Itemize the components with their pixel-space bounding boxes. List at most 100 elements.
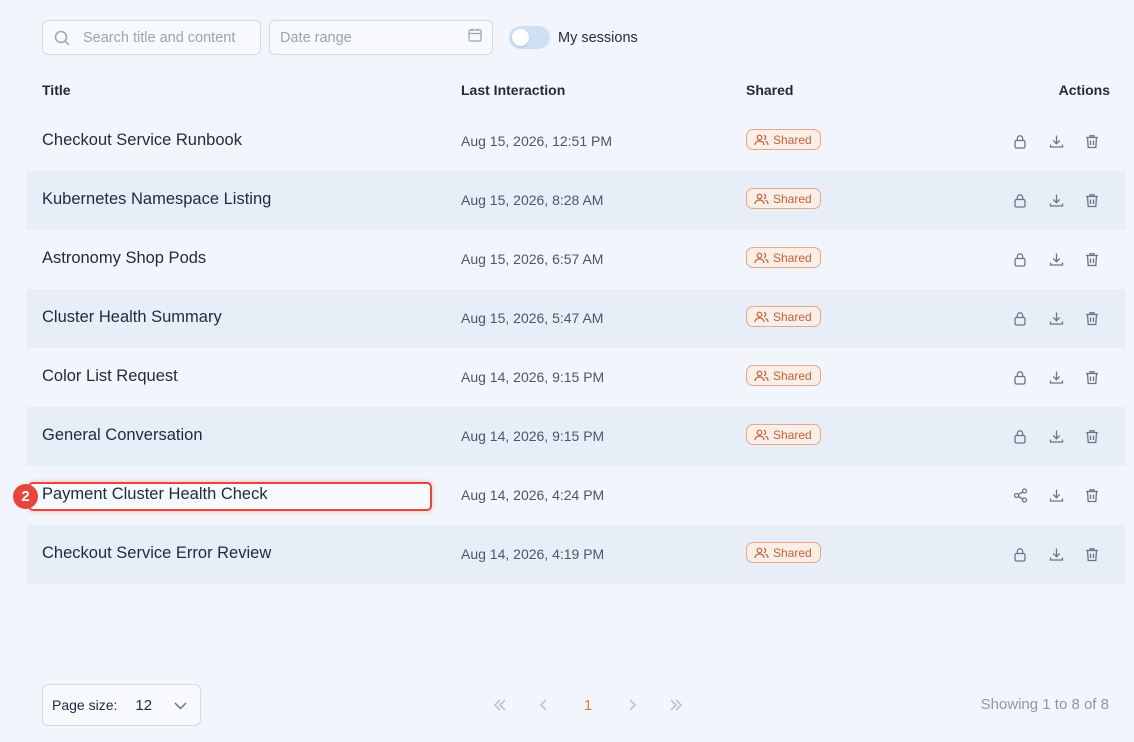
- table-header: Title Last Interaction Shared Actions: [26, 70, 1126, 108]
- search-icon: [53, 29, 71, 47]
- showing-count: Showing 1 to 8 of 8: [980, 696, 1109, 713]
- table-row[interactable]: Cluster Health Summary Aug 15, 2026, 5:4…: [26, 289, 1126, 348]
- download-icon[interactable]: [1046, 544, 1066, 564]
- session-title[interactable]: Cluster Health Summary: [42, 308, 222, 327]
- users-icon: [754, 370, 769, 381]
- table-row[interactable]: Checkout Service Error Review Aug 14, 20…: [26, 525, 1126, 584]
- prev-page-icon[interactable]: [532, 695, 556, 715]
- lock-icon[interactable]: [1010, 249, 1030, 269]
- row-actions: [994, 190, 1102, 210]
- shared-badge: Shared: [746, 129, 821, 150]
- lock-icon[interactable]: [1010, 367, 1030, 387]
- users-icon: [754, 547, 769, 558]
- my-sessions-toggle-group: My sessions: [509, 26, 638, 49]
- shared-badge-label: Shared: [773, 250, 812, 265]
- session-date: Aug 14, 2026, 4:24 PM: [461, 487, 605, 503]
- shared-badge: Shared: [746, 424, 821, 445]
- share-icon[interactable]: [1010, 485, 1030, 505]
- session-title[interactable]: Checkout Service Runbook: [42, 131, 242, 150]
- session-title[interactable]: Color List Request: [42, 367, 178, 386]
- shared-badge-label: Shared: [773, 309, 812, 324]
- table-row[interactable]: Checkout Service Runbook Aug 15, 2026, 1…: [26, 112, 1126, 171]
- header-actions: Actions: [1058, 82, 1110, 98]
- search-input[interactable]: [83, 29, 253, 46]
- shared-badge: Shared: [746, 306, 821, 327]
- shared-badge-label: Shared: [773, 545, 812, 560]
- table-row[interactable]: 2 Payment Cluster Health Check Aug 14, 2…: [13, 466, 1126, 525]
- trash-icon[interactable]: [1082, 249, 1102, 269]
- date-range-input[interactable]: [280, 29, 450, 46]
- users-icon: [754, 134, 769, 145]
- session-date: Aug 15, 2026, 6:57 AM: [461, 251, 604, 267]
- current-page-number[interactable]: 1: [576, 695, 600, 715]
- session-date: Aug 15, 2026, 12:51 PM: [461, 133, 612, 149]
- row-actions: [994, 544, 1102, 564]
- row-actions: [994, 131, 1102, 151]
- chevron-down-icon[interactable]: [173, 698, 188, 718]
- session-date: Aug 14, 2026, 4:19 PM: [461, 546, 605, 562]
- users-icon: [754, 193, 769, 204]
- trash-icon[interactable]: [1082, 485, 1102, 505]
- shared-badge-label: Shared: [773, 132, 812, 147]
- table-row[interactable]: Astronomy Shop Pods Aug 15, 2026, 6:57 A…: [26, 230, 1126, 289]
- filter-toolbar: My sessions: [42, 20, 638, 55]
- my-sessions-toggle[interactable]: [509, 26, 550, 49]
- users-icon: [754, 252, 769, 263]
- my-sessions-label: My sessions: [558, 29, 638, 46]
- step-number-badge: 2: [13, 484, 38, 509]
- download-icon[interactable]: [1046, 249, 1066, 269]
- download-icon[interactable]: [1046, 426, 1066, 446]
- row-actions: [994, 426, 1102, 446]
- calendar-icon[interactable]: [468, 28, 482, 47]
- page-size-select[interactable]: Page size: 12: [42, 684, 201, 726]
- date-range-picker[interactable]: [269, 20, 493, 55]
- shared-badge: Shared: [746, 247, 821, 268]
- lock-icon[interactable]: [1010, 308, 1030, 328]
- lock-icon[interactable]: [1010, 190, 1030, 210]
- pagination: 1: [488, 695, 708, 715]
- table-row[interactable]: Kubernetes Namespace Listing Aug 15, 202…: [26, 171, 1126, 230]
- session-title[interactable]: Payment Cluster Health Check: [42, 485, 268, 504]
- users-icon: [754, 311, 769, 322]
- trash-icon[interactable]: [1082, 367, 1102, 387]
- lock-icon[interactable]: [1010, 131, 1030, 151]
- session-title[interactable]: Checkout Service Error Review: [42, 544, 271, 563]
- trash-icon[interactable]: [1082, 426, 1102, 446]
- download-icon[interactable]: [1046, 367, 1066, 387]
- shared-badge: Shared: [746, 188, 821, 209]
- page-size-value[interactable]: 12: [135, 697, 152, 714]
- sessions-table: Checkout Service Runbook Aug 15, 2026, 1…: [13, 112, 1126, 584]
- session-date: Aug 14, 2026, 9:15 PM: [461, 428, 605, 444]
- header-last-interaction[interactable]: Last Interaction: [461, 82, 565, 98]
- trash-icon[interactable]: [1082, 544, 1102, 564]
- trash-icon[interactable]: [1082, 190, 1102, 210]
- shared-badge-label: Shared: [773, 191, 812, 206]
- next-page-icon[interactable]: [620, 695, 644, 715]
- row-actions: [994, 308, 1102, 328]
- header-title[interactable]: Title: [42, 82, 71, 98]
- trash-icon[interactable]: [1082, 131, 1102, 151]
- shared-badge-label: Shared: [773, 427, 812, 442]
- table-row[interactable]: Color List Request Aug 14, 2026, 9:15 PM…: [26, 348, 1126, 407]
- search-box[interactable]: [42, 20, 261, 55]
- session-title[interactable]: General Conversation: [42, 426, 203, 445]
- download-icon[interactable]: [1046, 308, 1066, 328]
- toggle-knob: [512, 29, 529, 46]
- row-actions: [994, 367, 1102, 387]
- trash-icon[interactable]: [1082, 308, 1102, 328]
- first-page-icon[interactable]: [488, 695, 512, 715]
- page-size-label: Page size:: [52, 697, 118, 713]
- download-icon[interactable]: [1046, 485, 1066, 505]
- session-title[interactable]: Astronomy Shop Pods: [42, 249, 206, 268]
- last-page-icon[interactable]: [664, 695, 688, 715]
- shared-badge-label: Shared: [773, 368, 812, 383]
- lock-icon[interactable]: [1010, 544, 1030, 564]
- lock-icon[interactable]: [1010, 426, 1030, 446]
- session-title[interactable]: Kubernetes Namespace Listing: [42, 190, 271, 209]
- table-row[interactable]: General Conversation Aug 14, 2026, 9:15 …: [26, 407, 1126, 466]
- session-date: Aug 15, 2026, 8:28 AM: [461, 192, 604, 208]
- session-date: Aug 15, 2026, 5:47 AM: [461, 310, 604, 326]
- shared-badge: Shared: [746, 365, 821, 386]
- download-icon[interactable]: [1046, 190, 1066, 210]
- download-icon[interactable]: [1046, 131, 1066, 151]
